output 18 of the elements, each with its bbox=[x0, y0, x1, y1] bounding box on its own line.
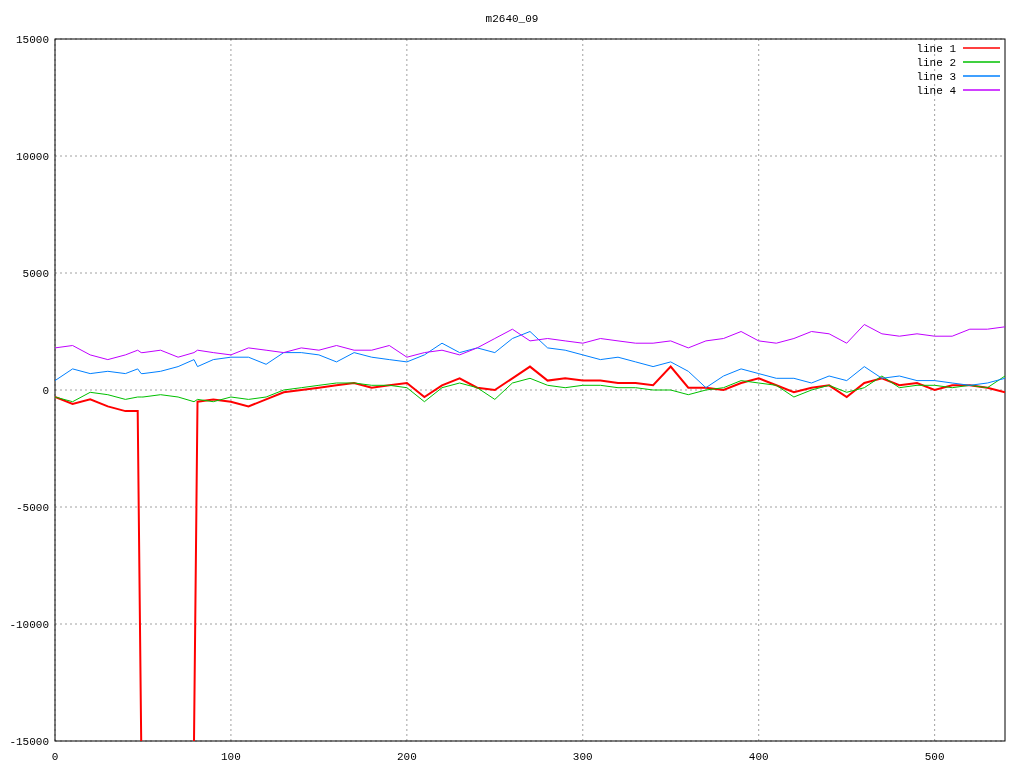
tick-label: 300 bbox=[572, 751, 593, 763]
tick-label: 0 bbox=[51, 751, 59, 763]
tick-label: 5000 bbox=[22, 268, 49, 280]
tick-label: 400 bbox=[748, 751, 769, 763]
tick-label: -10000 bbox=[9, 619, 49, 631]
tick-label: 0 bbox=[42, 385, 49, 397]
chart-title: m2640_09 bbox=[485, 13, 539, 25]
tick-label: 15000 bbox=[16, 34, 49, 46]
tick-label: 200 bbox=[396, 751, 417, 763]
legend-label: line 2 bbox=[916, 57, 956, 69]
tick-label: 100 bbox=[221, 751, 241, 763]
legend-label: line 1 bbox=[916, 43, 956, 55]
legend-label: line 3 bbox=[916, 71, 956, 83]
tick-label: 500 bbox=[924, 751, 945, 763]
tick-label: -5000 bbox=[16, 502, 49, 514]
tick-label: -15000 bbox=[9, 736, 49, 748]
tick-label: 10000 bbox=[16, 151, 49, 163]
legend-label: line 4 bbox=[916, 85, 956, 97]
